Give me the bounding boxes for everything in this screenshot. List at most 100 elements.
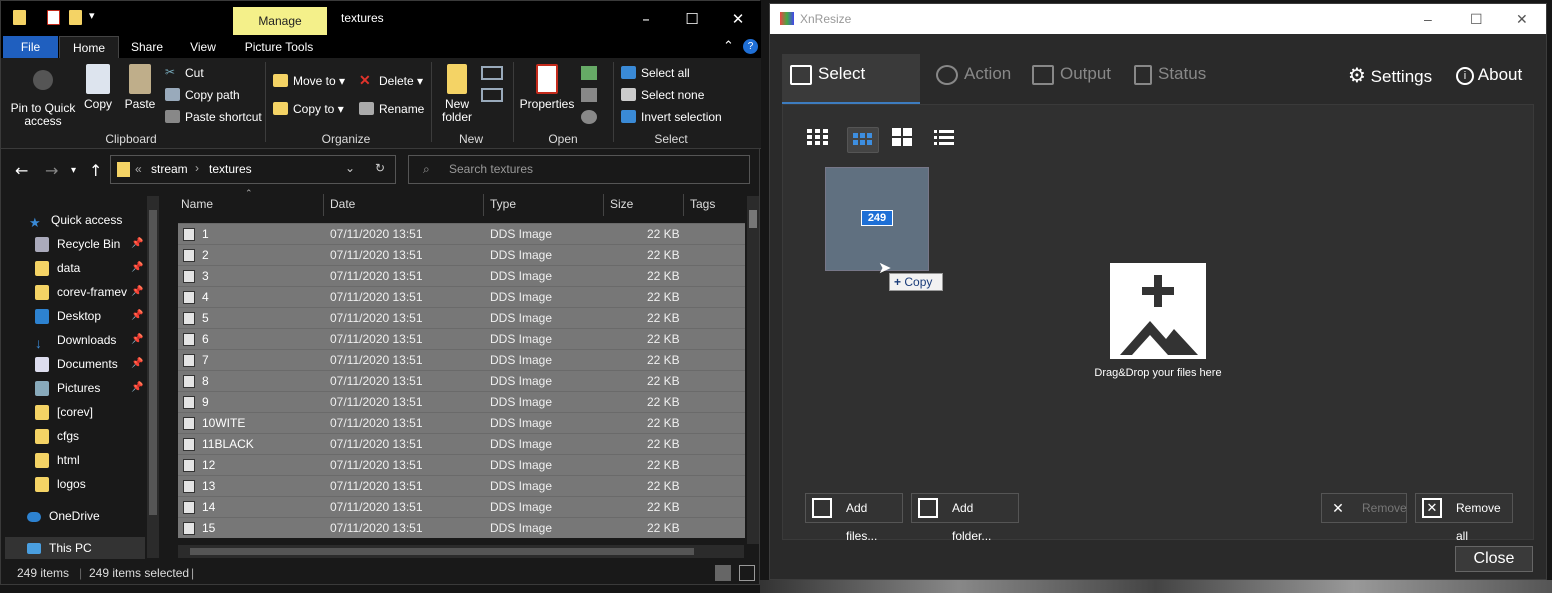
history-icon[interactable] xyxy=(581,110,597,124)
recent-locations-icon[interactable]: ▾ xyxy=(71,165,76,176)
forward-arrow-icon[interactable]: → xyxy=(45,161,58,180)
pin-icon[interactable]: 📌 xyxy=(131,310,143,321)
remove-button[interactable]: ✕ Remove xyxy=(1321,493,1407,523)
customize-toolbar-icon[interactable]: ▾ xyxy=(89,9,95,22)
file-row[interactable]: 15 07/11/2020 13:51 DDS Image 22 KB xyxy=(178,517,745,538)
back-arrow-icon[interactable]: ← xyxy=(15,161,28,180)
nav-corev-framev[interactable]: corev-framev xyxy=(35,282,129,302)
drop-zone[interactable] xyxy=(1110,263,1206,359)
pin-icon[interactable]: 📌 xyxy=(131,286,143,297)
nav-documents[interactable]: Documents xyxy=(35,354,118,374)
column-name[interactable]: Name xyxy=(181,197,213,211)
file-row[interactable]: 1 07/11/2020 13:51 DDS Image 22 KB xyxy=(178,223,745,244)
file-row[interactable]: 3 07/11/2020 13:51 DDS Image 22 KB xyxy=(178,265,745,286)
nav-pictures[interactable]: Pictures xyxy=(35,378,100,398)
scroll-thumb[interactable] xyxy=(149,210,157,515)
invert-selection-button[interactable]: Invert selection xyxy=(621,108,722,126)
file-row[interactable]: 14 07/11/2020 13:51 DDS Image 22 KB xyxy=(178,496,745,517)
nav-corev[interactable]: [corev] xyxy=(35,402,93,422)
cut-button[interactable]: ✂ Cut xyxy=(165,64,204,82)
tab-home[interactable]: Home xyxy=(59,36,119,58)
select-none-button[interactable]: Select none xyxy=(621,86,704,104)
view-large-grid-icon[interactable] xyxy=(889,127,921,153)
file-row[interactable]: 2 07/11/2020 13:51 DDS Image 22 KB xyxy=(178,244,745,265)
view-medium-grid-icon[interactable] xyxy=(847,127,879,153)
nav-quick-access[interactable]: ★ Quick access xyxy=(29,210,122,230)
copy-button[interactable]: Copy xyxy=(81,64,115,111)
column-divider[interactable] xyxy=(483,194,484,216)
pin-to-quick-access-button[interactable]: Pin to Quick access xyxy=(9,64,77,128)
scroll-thumb[interactable] xyxy=(190,548,694,555)
file-row[interactable]: 8 07/11/2020 13:51 DDS Image 22 KB xyxy=(178,370,745,391)
add-folder-button[interactable]: Add folder... xyxy=(911,493,1019,543)
file-row[interactable]: 11BLACK 07/11/2020 13:51 DDS Image 22 KB xyxy=(178,433,745,454)
file-row[interactable]: 4 07/11/2020 13:51 DDS Image 22 KB xyxy=(178,286,745,307)
column-divider[interactable] xyxy=(683,194,684,216)
move-to-button[interactable]: Move to ▾ xyxy=(273,72,345,90)
column-size[interactable]: Size xyxy=(610,197,633,211)
tab-status[interactable]: Status xyxy=(1134,54,1206,104)
nav-this-pc[interactable]: This PC xyxy=(27,538,92,558)
chevron-down-icon[interactable]: ⌄ xyxy=(345,161,355,175)
maximize-icon[interactable]: ☐ xyxy=(1470,4,1483,34)
address-bar[interactable]: « stream › textures ⌄ ↻ xyxy=(110,155,396,184)
copy-to-button[interactable]: Copy to ▾ xyxy=(273,100,344,118)
copy-path-button[interactable]: Copy path xyxy=(165,86,240,104)
view-small-grid-icon[interactable] xyxy=(805,127,837,153)
file-row[interactable]: 13 07/11/2020 13:51 DDS Image 22 KB xyxy=(178,475,745,496)
nav-downloads[interactable]: ↓ Downloads xyxy=(35,330,116,351)
file-row[interactable]: 12 07/11/2020 13:51 DDS Image 22 KB xyxy=(178,454,745,475)
file-row[interactable]: 5 07/11/2020 13:51 DDS Image 22 KB xyxy=(178,307,745,328)
pin-icon[interactable]: 📌 xyxy=(131,262,143,273)
new-item-icon[interactable] xyxy=(481,66,503,80)
close-icon[interactable]: ✕ xyxy=(723,9,753,29)
tab-action[interactable]: Action xyxy=(936,54,1011,104)
paste-button[interactable]: Paste xyxy=(121,64,159,111)
column-date[interactable]: Date xyxy=(330,197,355,211)
breadcrumb-overflow[interactable]: « xyxy=(135,162,142,176)
select-all-button[interactable]: Select all xyxy=(621,64,690,82)
maximize-icon[interactable]: ☐ xyxy=(677,9,707,29)
tab-file[interactable]: File xyxy=(3,36,58,58)
column-divider[interactable] xyxy=(323,194,324,216)
easy-access-icon[interactable] xyxy=(481,88,503,102)
open-icon[interactable] xyxy=(581,66,597,80)
close-button[interactable]: Close xyxy=(1455,546,1533,572)
nav-html[interactable]: html xyxy=(35,450,80,470)
close-icon[interactable]: ✕ xyxy=(1516,4,1528,34)
nav-data[interactable]: data xyxy=(35,258,80,278)
paste-shortcut-button[interactable]: Paste shortcut xyxy=(165,108,262,126)
column-tags[interactable]: Tags xyxy=(690,197,715,211)
pin-icon[interactable]: 📌 xyxy=(131,358,143,369)
settings-button[interactable]: ⚙ Settings xyxy=(1348,54,1432,96)
details-view-icon[interactable] xyxy=(715,565,731,581)
column-type[interactable]: Type xyxy=(490,197,516,211)
nav-recycle-bin[interactable]: Recycle Bin xyxy=(35,234,120,254)
nav-desktop[interactable]: Desktop xyxy=(35,306,101,326)
search-input[interactable]: Search textures xyxy=(408,155,750,184)
delete-button[interactable]: ✕ Delete ▾ xyxy=(359,72,423,90)
pin-icon[interactable]: 📌 xyxy=(131,382,143,393)
large-icons-view-icon[interactable] xyxy=(739,565,755,581)
properties-check-icon[interactable] xyxy=(47,10,60,25)
nav-onedrive[interactable]: OneDrive xyxy=(27,506,100,526)
up-arrow-icon[interactable]: ↑ xyxy=(89,161,102,180)
nav-logos[interactable]: logos xyxy=(35,474,86,494)
help-icon[interactable]: ? xyxy=(743,39,758,54)
file-list-hscrollbar[interactable] xyxy=(178,545,744,558)
minimize-icon[interactable]: – xyxy=(631,9,661,29)
file-row[interactable]: 7 07/11/2020 13:51 DDS Image 22 KB xyxy=(178,349,745,370)
file-row[interactable]: 6 07/11/2020 13:51 DDS Image 22 KB xyxy=(178,328,745,349)
column-divider[interactable] xyxy=(603,194,604,216)
minimize-icon[interactable]: – xyxy=(1424,4,1432,34)
tab-share[interactable]: Share xyxy=(121,36,173,58)
nav-cfgs[interactable]: cfgs xyxy=(35,426,79,446)
manage-tab[interactable]: Manage xyxy=(233,7,327,35)
tab-output[interactable]: Output xyxy=(1032,54,1111,104)
scroll-thumb[interactable] xyxy=(749,210,757,228)
add-files-button[interactable]: Add files... xyxy=(805,493,903,543)
nav-scrollbar[interactable] xyxy=(147,196,159,558)
file-list-vscrollbar[interactable] xyxy=(747,196,759,544)
new-folder-button[interactable]: New folder xyxy=(437,64,477,124)
view-list-icon[interactable] xyxy=(931,127,963,153)
